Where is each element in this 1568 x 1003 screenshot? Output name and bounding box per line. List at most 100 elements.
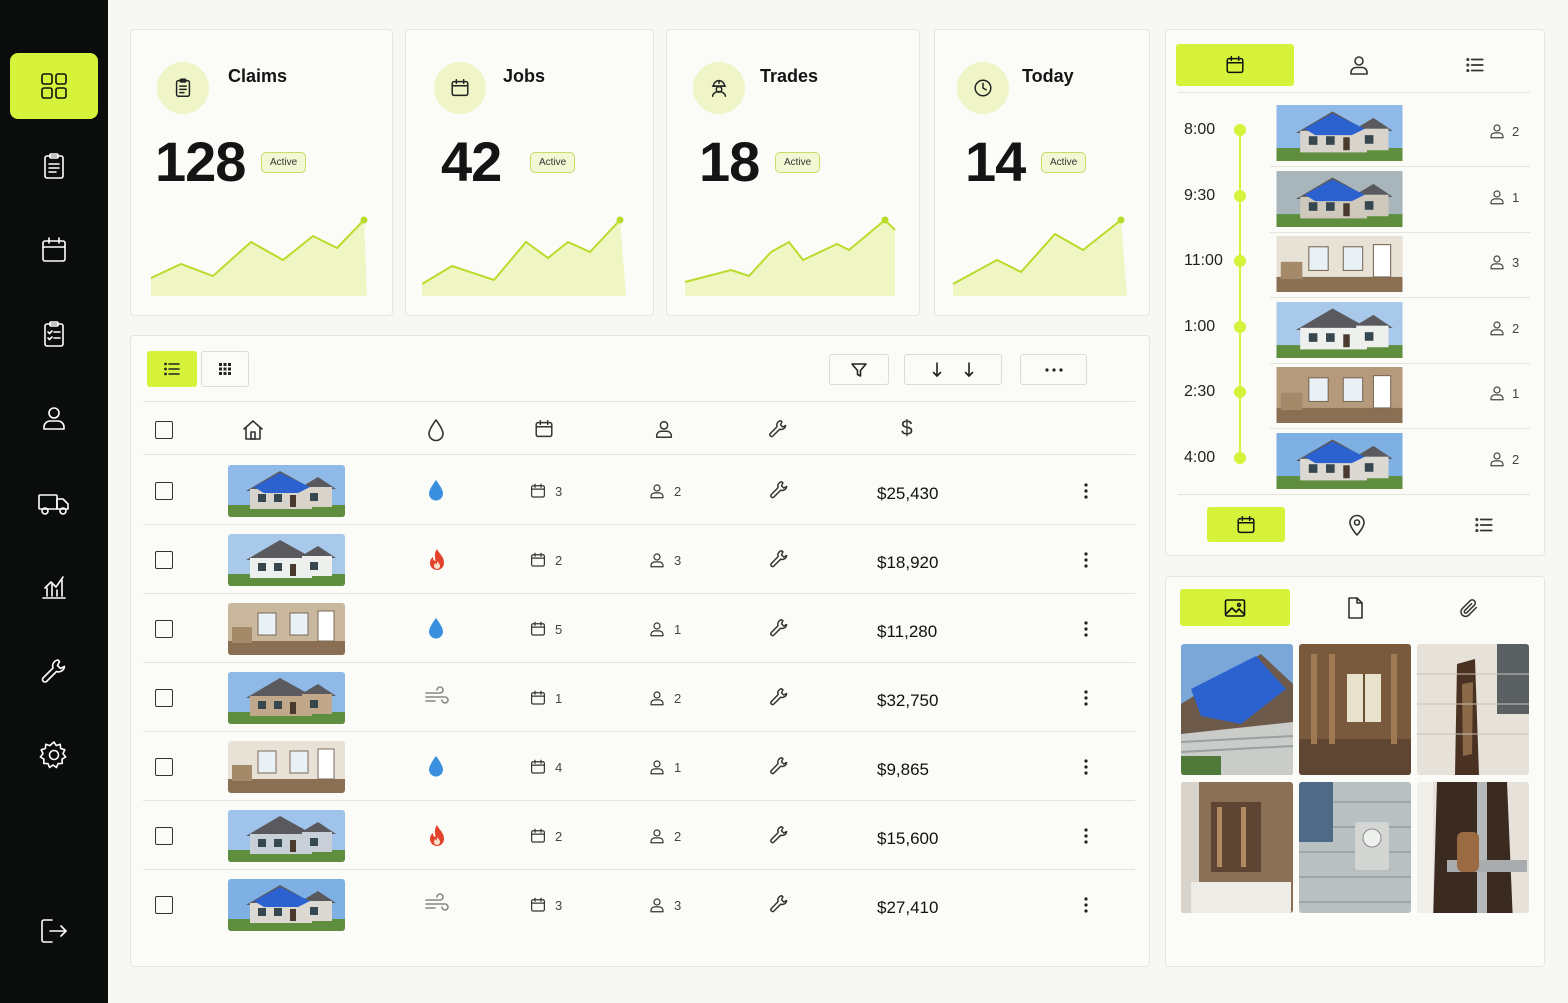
- schedule-thumbnail[interactable]: [1270, 367, 1409, 423]
- trade-cell[interactable]: [768, 617, 790, 639]
- photo-bathroom-demo[interactable]: [1181, 782, 1293, 913]
- property-thumbnail[interactable]: [228, 672, 345, 724]
- trade-cell[interactable]: [768, 824, 790, 846]
- photo-siding-rot[interactable]: [1417, 644, 1529, 775]
- row-checkbox[interactable]: [155, 551, 173, 569]
- tab-documents[interactable]: [1300, 589, 1410, 626]
- property-thumbnail[interactable]: [228, 603, 345, 655]
- crew-count: 2: [1488, 319, 1519, 337]
- damage-type: [428, 548, 446, 572]
- sort-button[interactable]: [904, 354, 1002, 385]
- tab-bottom-calendar[interactable]: [1207, 507, 1285, 542]
- table-row[interactable]: 3 2 $25,430: [131, 464, 1149, 526]
- column-header-trade[interactable]: [767, 418, 789, 440]
- column-header-amount[interactable]: $: [901, 417, 913, 441]
- logout-icon: [41, 919, 67, 943]
- user-icon: [650, 760, 664, 775]
- logout-button[interactable]: [10, 898, 98, 964]
- stat-card-trades[interactable]: Trades 18 Active: [666, 29, 920, 316]
- tab-schedule-people[interactable]: [1300, 44, 1418, 86]
- schedule-item[interactable]: 9:30 1: [1166, 171, 1544, 227]
- row-checkbox[interactable]: [155, 896, 173, 914]
- nav-calendar[interactable]: [10, 217, 98, 283]
- row-checkbox[interactable]: [155, 689, 173, 707]
- row-menu-button[interactable]: [1079, 894, 1093, 916]
- property-thumbnail[interactable]: [228, 465, 345, 517]
- nav-settings[interactable]: [10, 722, 98, 788]
- row-menu-button[interactable]: [1079, 687, 1093, 709]
- nav-dashboard[interactable]: [10, 53, 98, 119]
- table-row[interactable]: 2 2 $15,600: [131, 809, 1149, 871]
- list-view-button[interactable]: [147, 351, 197, 387]
- photo-pipe-damage[interactable]: [1417, 782, 1529, 913]
- row-checkbox[interactable]: [155, 827, 173, 845]
- timeline-dot: [1234, 386, 1246, 398]
- stat-card-today[interactable]: Today 14 Active: [934, 29, 1150, 316]
- schedule-thumbnail[interactable]: [1270, 302, 1409, 358]
- nav-fleet[interactable]: [10, 470, 98, 536]
- row-checkbox[interactable]: [155, 482, 173, 500]
- amount-value: $32,750: [877, 691, 939, 710]
- row-menu-button[interactable]: [1079, 756, 1093, 778]
- schedule-thumbnail[interactable]: [1270, 236, 1409, 292]
- tab-bottom-list[interactable]: [1445, 507, 1523, 542]
- column-header-property[interactable]: [241, 418, 265, 442]
- row-checkbox[interactable]: [155, 620, 173, 638]
- schedule-thumbnail[interactable]: [1270, 433, 1409, 489]
- schedule-item[interactable]: 8:00 2: [1166, 105, 1544, 161]
- photo-gutted-room[interactable]: [1299, 644, 1411, 775]
- column-header-days[interactable]: [533, 418, 555, 440]
- nav-reports[interactable]: [10, 554, 98, 620]
- table-row[interactable]: 3 3 $27,410: [131, 878, 1149, 940]
- row-menu-button[interactable]: [1079, 480, 1093, 502]
- photo-electric-meter[interactable]: [1299, 782, 1411, 913]
- photo-roof-tarp[interactable]: [1181, 644, 1293, 775]
- wrench-icon: [770, 895, 788, 913]
- schedule-thumbnail[interactable]: [1270, 105, 1409, 161]
- property-thumbnail[interactable]: [228, 741, 345, 793]
- table-row[interactable]: 1 2 $32,750: [131, 671, 1149, 733]
- property-thumbnail[interactable]: [228, 879, 345, 931]
- table-row[interactable]: 5 1 $11,280: [131, 602, 1149, 664]
- tab-photos[interactable]: [1180, 589, 1290, 626]
- kebab-icon: [1084, 690, 1088, 706]
- wrench-icon: [770, 688, 788, 706]
- schedule-thumbnail[interactable]: [1270, 171, 1409, 227]
- more-options-button[interactable]: [1020, 354, 1087, 385]
- schedule-item[interactable]: 2:30 1: [1166, 367, 1544, 423]
- stat-title: Claims: [228, 66, 288, 86]
- schedule-item[interactable]: 1:00 2: [1166, 302, 1544, 358]
- calendar-icon: [42, 237, 66, 262]
- property-thumbnail[interactable]: [228, 534, 345, 586]
- table-row[interactable]: 4 1 $9,865: [131, 740, 1149, 802]
- stat-card-jobs[interactable]: Jobs 42 Active: [405, 29, 654, 316]
- row-menu-button[interactable]: [1079, 549, 1093, 571]
- column-header-assigned[interactable]: [653, 418, 675, 440]
- column-header-damage[interactable]: [427, 418, 445, 442]
- nav-contacts[interactable]: [10, 385, 98, 451]
- select-all-checkbox[interactable]: [155, 421, 173, 439]
- nav-checklist[interactable]: [10, 301, 98, 367]
- table-row[interactable]: 2 3 $18,920: [131, 533, 1149, 595]
- tab-attachments[interactable]: [1414, 589, 1524, 626]
- trade-cell[interactable]: [768, 686, 790, 708]
- grid-view-button[interactable]: [201, 351, 249, 387]
- schedule-item[interactable]: 11:00 3: [1166, 236, 1544, 292]
- row-menu-button[interactable]: [1079, 825, 1093, 847]
- amount-value: $15,600: [877, 829, 939, 848]
- trade-cell[interactable]: [768, 479, 790, 501]
- row-checkbox[interactable]: [155, 758, 173, 776]
- tab-schedule-list[interactable]: [1416, 44, 1534, 86]
- filter-button[interactable]: [829, 354, 889, 385]
- nav-tools[interactable]: [10, 638, 98, 704]
- trade-cell[interactable]: [768, 893, 790, 915]
- trade-cell[interactable]: [768, 548, 790, 570]
- row-menu-button[interactable]: [1079, 618, 1093, 640]
- nav-claims[interactable]: [10, 133, 98, 199]
- property-thumbnail[interactable]: [228, 810, 345, 862]
- tab-schedule-calendar[interactable]: [1176, 44, 1294, 86]
- tab-bottom-map[interactable]: [1318, 507, 1396, 542]
- stat-card-claims[interactable]: Claims 128 Active: [130, 29, 393, 316]
- trade-cell[interactable]: [768, 755, 790, 777]
- schedule-item[interactable]: 4:00 2: [1166, 433, 1544, 489]
